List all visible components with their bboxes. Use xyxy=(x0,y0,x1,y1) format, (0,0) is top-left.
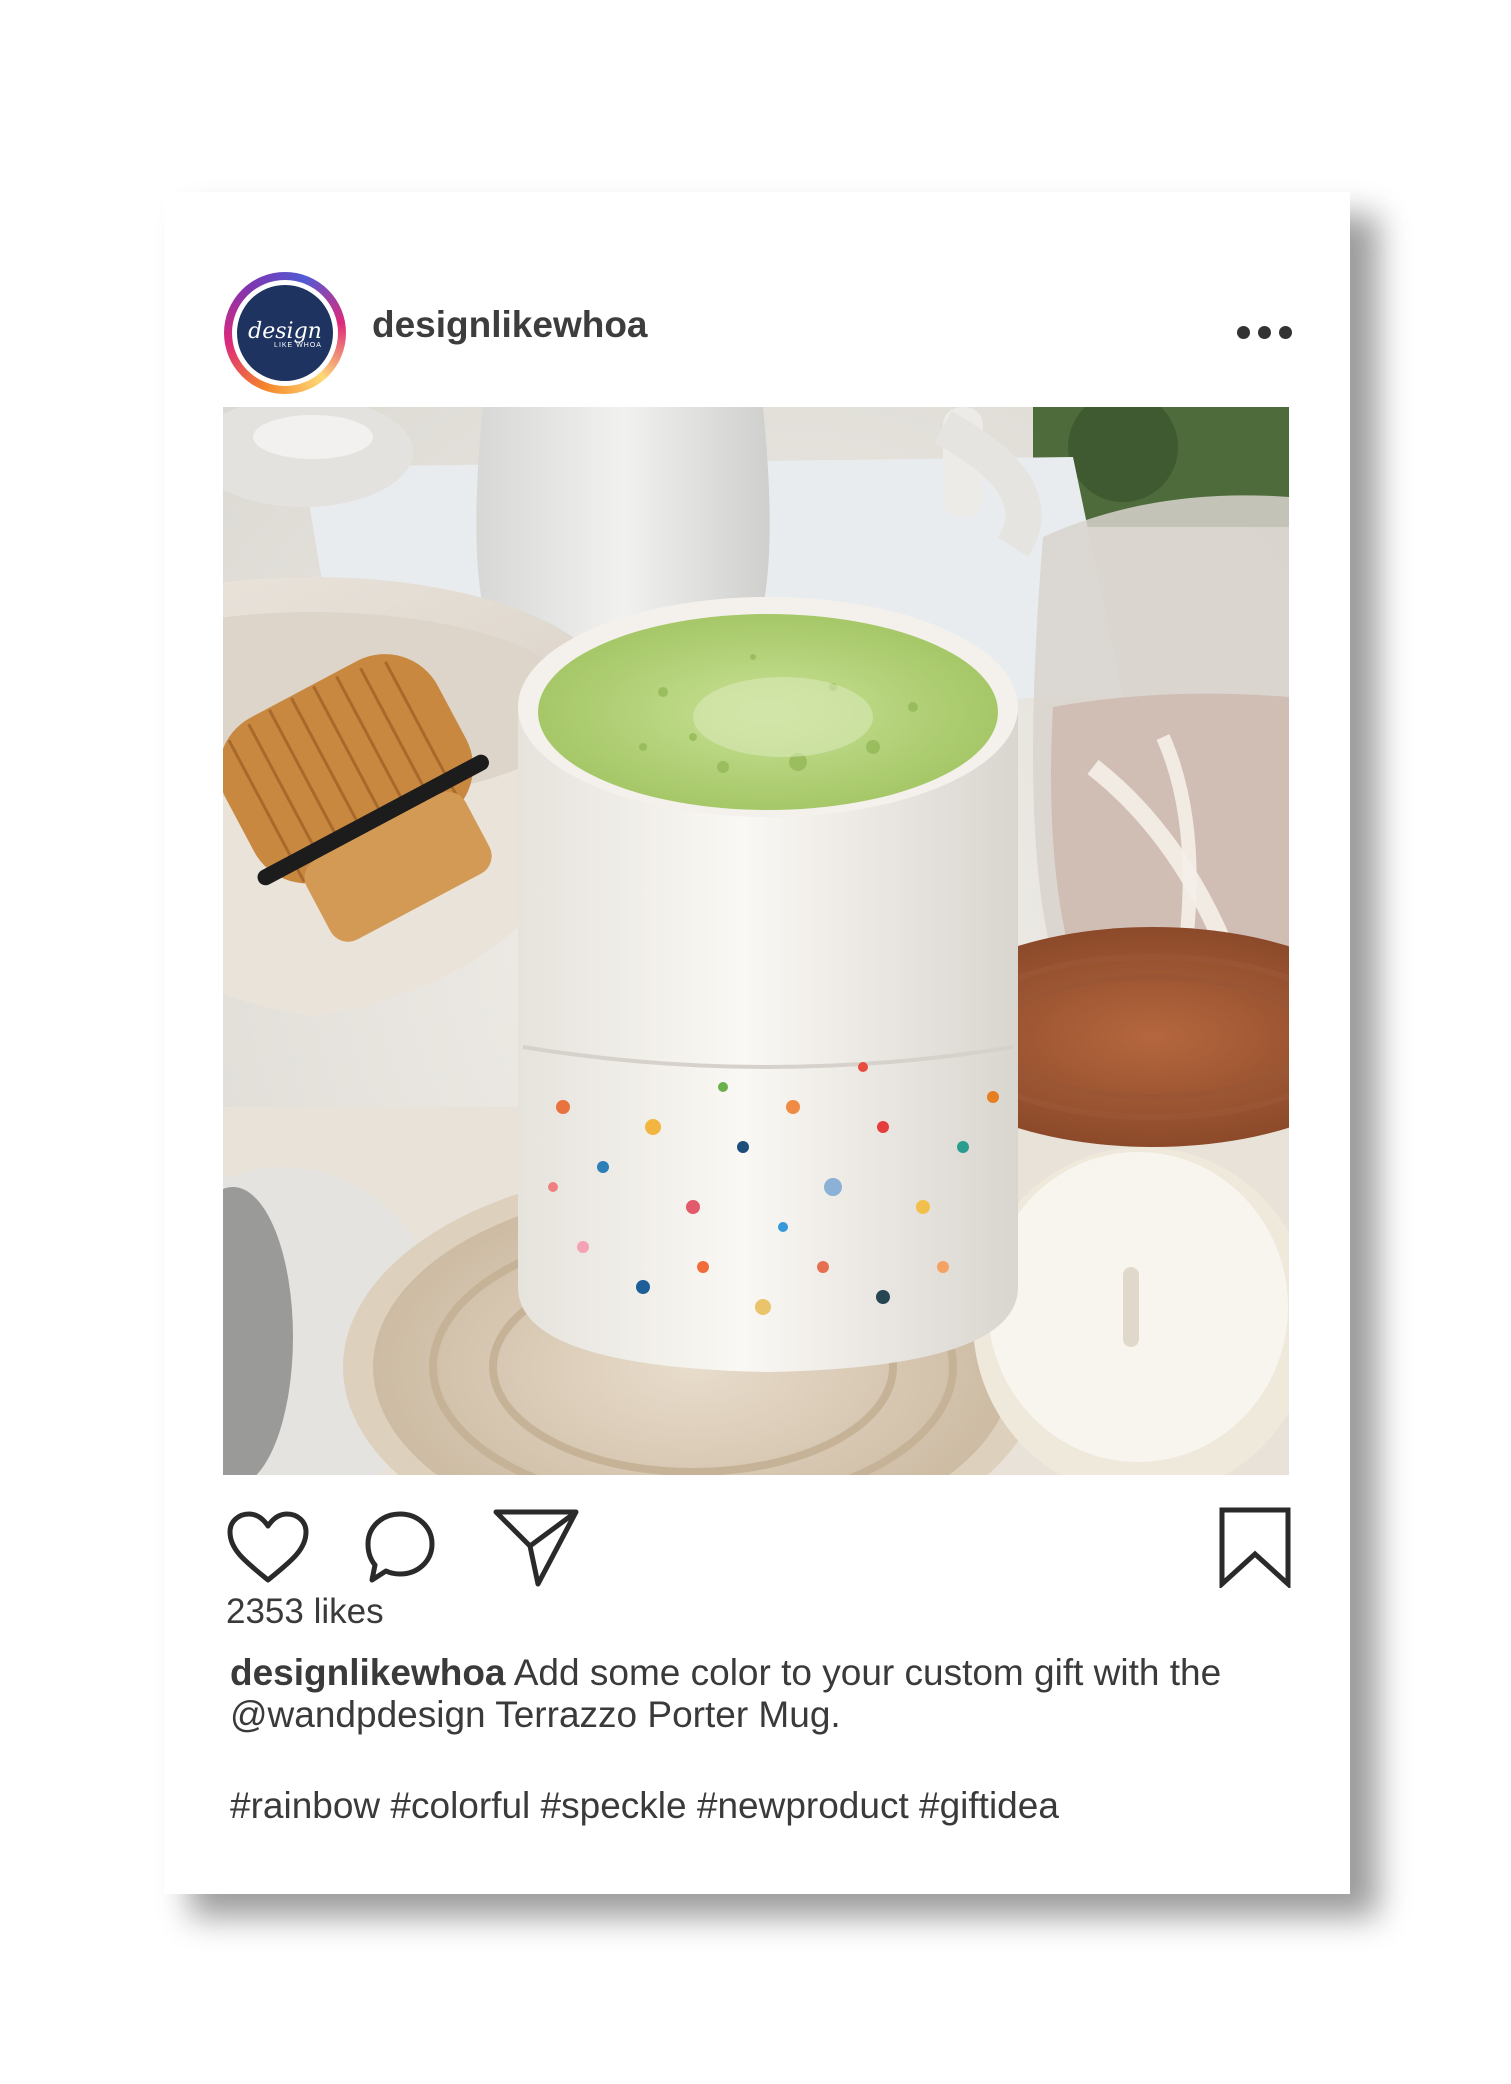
avatar-border: design LIKE WHOA xyxy=(232,280,338,386)
like-button[interactable] xyxy=(226,1510,310,1586)
caption-username[interactable]: designlikewhoa xyxy=(230,1652,506,1693)
bookmark-icon xyxy=(1219,1507,1291,1590)
more-horizontal-icon-dot xyxy=(1257,325,1271,339)
avatar[interactable]: design LIKE WHOA xyxy=(224,272,346,394)
matcha-latte-photo xyxy=(223,407,1289,1475)
save-button[interactable] xyxy=(1218,1506,1292,1590)
instagram-post-card: design LIKE WHOA designlikewhoa 2353 lik… xyxy=(164,192,1350,1894)
likes-count[interactable]: 2353 likes xyxy=(226,1592,384,1632)
more-horizontal-icon-dot xyxy=(1278,325,1292,339)
post-photo[interactable] xyxy=(223,407,1289,1475)
more-horizontal-icon xyxy=(1236,325,1250,339)
paper-plane-icon xyxy=(493,1509,579,1587)
post-hashtags[interactable]: #rainbow #colorful #speckle #newproduct … xyxy=(230,1785,1059,1827)
heart-icon xyxy=(227,1511,309,1583)
comment-button[interactable] xyxy=(362,1508,438,1586)
post-username[interactable]: designlikewhoa xyxy=(372,304,648,346)
share-button[interactable] xyxy=(492,1506,580,1590)
avatar-logo-sub-text: LIKE WHOA xyxy=(274,341,322,349)
avatar-logo: design LIKE WHOA xyxy=(237,285,333,381)
comment-bubble-icon xyxy=(365,1511,435,1583)
post-caption: designlikewhoa Add some color to your cu… xyxy=(230,1652,1290,1736)
avatar-logo-main-text: design xyxy=(248,318,322,344)
more-options-button[interactable] xyxy=(1229,312,1299,352)
